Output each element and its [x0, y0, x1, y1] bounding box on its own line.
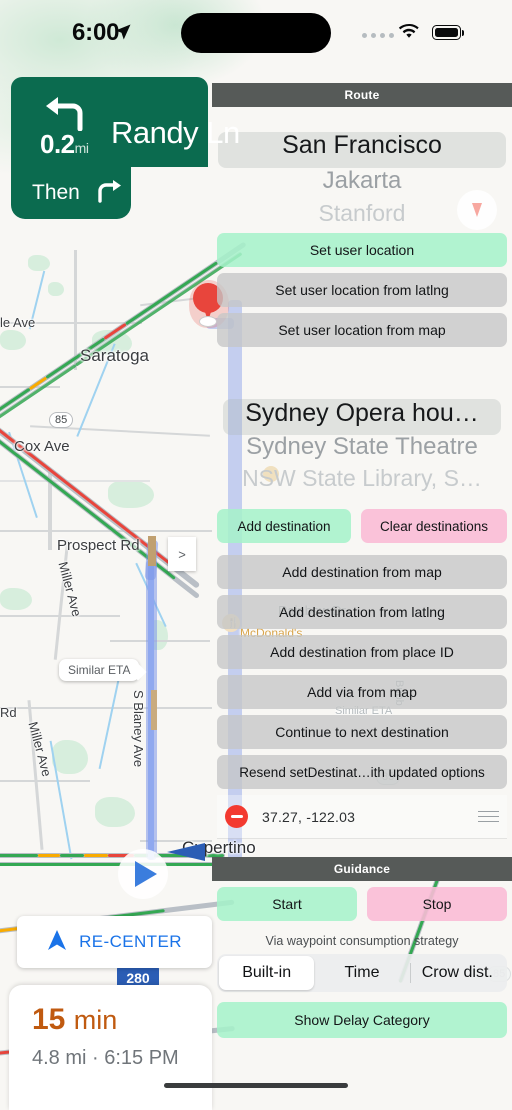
dynamic-island [181, 13, 331, 53]
set-user-location-from-map-button[interactable]: Set user location from map [217, 313, 507, 347]
add-via-from-map-button[interactable]: Add via from map [217, 675, 507, 709]
map-route-segment [148, 536, 156, 566]
waypoint-coordinates: 37.27, -122.03 [262, 808, 356, 825]
origin-picker[interactable]: San Francisco Jakarta Stanford [212, 107, 512, 227]
map-park [108, 480, 154, 508]
vehicle-chevron-icon [118, 849, 168, 899]
waypoint-strategy-segmented-control[interactable]: Built-in Time Crow dist. [217, 954, 507, 992]
map-label: Prospect Rd [57, 537, 140, 554]
add-destination-from-latlng-button[interactable]: Add destination from latlng [217, 595, 507, 629]
map-road [110, 640, 210, 642]
map-label: Cox Ave [14, 438, 70, 455]
then-label: Then [32, 181, 80, 204]
map-park [95, 797, 135, 827]
stop-guidance-button[interactable]: Stop [367, 887, 507, 921]
status-bar: 6:00 [0, 0, 512, 62]
segment-built-in[interactable]: Built-in [219, 956, 315, 990]
map-park [52, 740, 88, 774]
recenter-arrow-icon [47, 929, 67, 956]
continue-to-next-destination-button[interactable]: Continue to next destination [217, 715, 507, 749]
destination-picker-selected[interactable]: Sydney Opera hou… [217, 399, 507, 428]
destination-picker[interactable]: Sydney Opera hou… Sydney State Theatre N… [217, 399, 507, 499]
map-park [28, 255, 50, 271]
guidance-section-header: Guidance [212, 857, 512, 881]
debug-panel: Route San Francisco Jakarta Stanford Set… [212, 83, 512, 1110]
nav-then-row: Then [11, 167, 131, 219]
map-park [48, 282, 64, 296]
destination-picker-option[interactable]: Sydney State Theatre [217, 433, 507, 461]
map-highway [0, 862, 225, 866]
add-destination-from-place-id-button[interactable]: Add destination from place ID [217, 635, 507, 669]
route-section-header: Route [212, 83, 512, 107]
map-park [0, 588, 32, 610]
route-section-body: Set user location Set user location from… [212, 233, 512, 839]
segment-time[interactable]: Time [314, 956, 409, 990]
home-indicator[interactable] [164, 1083, 348, 1088]
next-step-chip[interactable]: > [168, 537, 196, 571]
nav-distance: 0.2mi [40, 129, 89, 159]
battery-full-icon [432, 25, 465, 40]
map-road [0, 615, 120, 617]
map-label: Rd [0, 705, 17, 720]
segment-crow-dist[interactable]: Crow dist. [409, 956, 505, 990]
resend-set-destinations-button[interactable]: Resend setDestinat…ith updated options [217, 755, 507, 789]
eta-duration: 15 min [32, 1003, 118, 1036]
map-road [0, 530, 212, 532]
eta-card[interactable]: 15 min 4.8 mi · 6:15 PM [9, 985, 212, 1110]
set-user-location-button[interactable]: Set user location [217, 233, 507, 267]
map-label: S Blaney Ave [131, 690, 146, 768]
start-guidance-button[interactable]: Start [217, 887, 357, 921]
add-destination-button[interactable]: Add destination [217, 509, 351, 543]
origin-picker-option[interactable]: Stanford [212, 200, 512, 227]
set-user-location-from-latlng-button[interactable]: Set user location from latlng [217, 273, 507, 307]
nav-street-name: Randy Ln [111, 115, 240, 150]
map-road [74, 250, 77, 370]
origin-picker-selected[interactable]: San Francisco [212, 131, 512, 160]
map-route-segment [151, 690, 157, 730]
destination-picker-option[interactable]: NSW State Library, S… [217, 465, 507, 492]
strategy-label: Via waypoint consumption strategy [265, 934, 459, 948]
map-park [0, 330, 26, 350]
waypoint-row[interactable]: 37.27, -122.03 [217, 795, 507, 839]
map-road [0, 780, 90, 782]
wifi-icon [398, 23, 420, 45]
origin-picker-option[interactable]: Jakarta [212, 167, 512, 195]
recenter-label: RE-CENTER [79, 932, 182, 951]
map-label: Saratoga [80, 346, 149, 365]
eta-details: 4.8 mi · 6:15 PM [32, 1047, 179, 1069]
cellular-dots-icon [362, 33, 394, 38]
turn-right-icon [94, 179, 124, 208]
recenter-button[interactable]: RE-CENTER [17, 916, 212, 968]
remove-circle-icon[interactable] [225, 805, 248, 828]
show-delay-category-button[interactable]: Show Delay Category [217, 1002, 507, 1038]
map-label: le Ave [0, 315, 36, 330]
add-destination-from-map-button[interactable]: Add destination from map [217, 555, 507, 589]
reorder-handle-icon[interactable] [478, 810, 499, 823]
guidance-section-body: Start Stop Via waypoint consumption stra… [212, 881, 512, 1038]
guidance-action-row: Start Stop [217, 881, 507, 927]
similar-eta-callout[interactable]: Similar ETA [59, 659, 140, 681]
status-time: 6:00 [72, 19, 120, 46]
map-road [0, 707, 212, 709]
route-shield: 85 [49, 412, 74, 428]
phone-screen: le Ave Fruitv Saratoga Cox Ave Prospect … [0, 0, 512, 1110]
navigation-arrow-icon [114, 23, 132, 46]
destination-action-row: Add destination Clear destinations [217, 503, 507, 549]
clear-destinations-button[interactable]: Clear destinations [361, 509, 507, 543]
map-road [0, 480, 150, 482]
